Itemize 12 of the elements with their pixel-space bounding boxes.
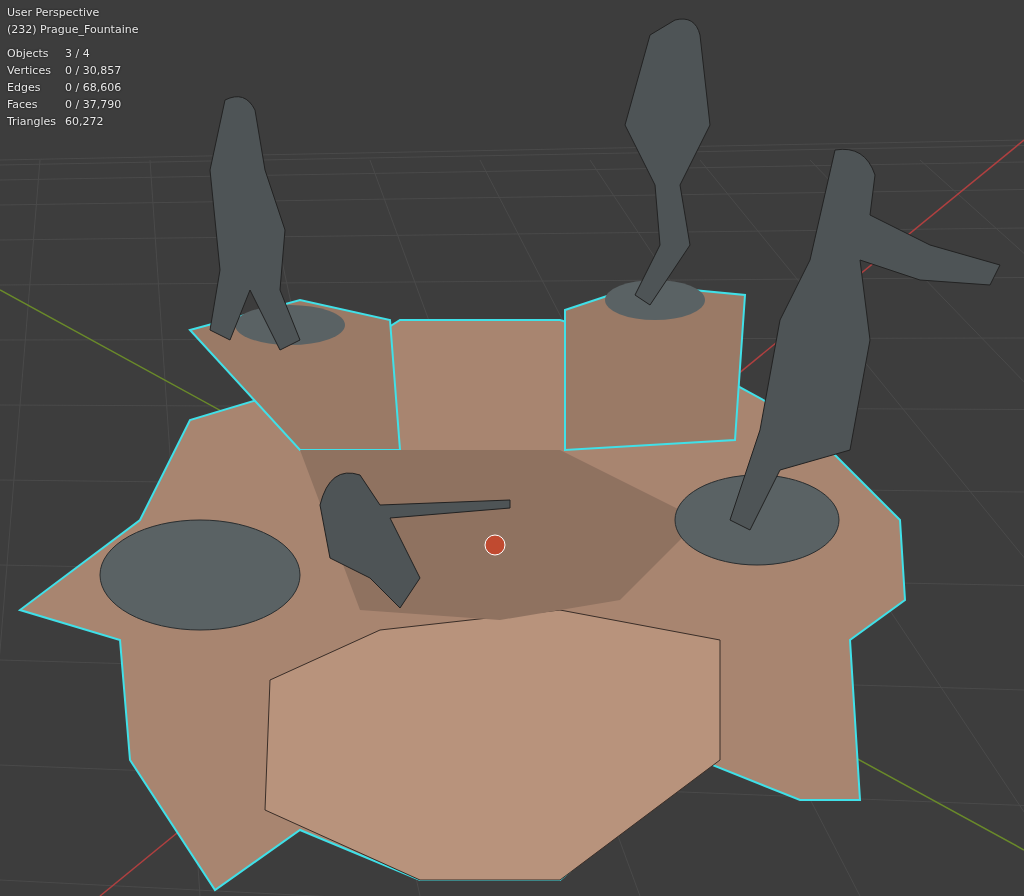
stat-value: 0 / 30,857 [65,64,123,78]
object-name: (232) Prague_Fountaine [7,22,139,38]
stat-label: Vertices [7,64,52,78]
view-name: User Perspective [7,5,101,21]
stat-label: Objects [7,47,50,61]
stat-value: 0 / 68,606 [65,81,123,95]
stat-value: 3 / 4 [65,47,91,61]
stat-label: Faces [7,98,39,112]
stat-value: 60,272 [65,115,105,129]
stat-label: Edges [7,81,42,95]
stat-value: 0 / 37,790 [65,98,123,112]
stat-label: Triangles [7,115,57,129]
